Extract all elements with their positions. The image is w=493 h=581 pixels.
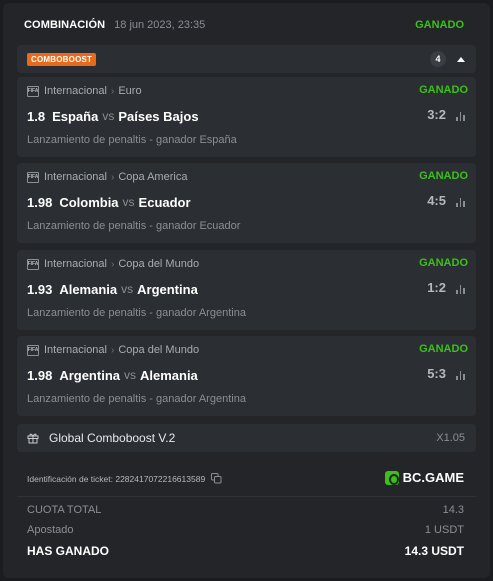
bar-chart-icon[interactable] xyxy=(456,197,467,207)
match-line: 1.93 Alemania vs Argentina xyxy=(27,280,198,298)
selection-status: GANADO xyxy=(419,170,468,182)
competition-name: Copa del Mundo xyxy=(118,258,200,270)
fifa-icon: FIFA xyxy=(27,85,39,97)
bc-game-logo-icon xyxy=(384,470,399,485)
staked-row: Apostado 1 USDT xyxy=(27,524,464,536)
match-line: 1.8 España vs Países Bajos xyxy=(27,107,199,125)
comboboost-bar[interactable]: COMBOBOOST 4 xyxy=(17,45,476,73)
away-team: Ecuador xyxy=(138,194,191,210)
bet-selection[interactable]: FIFA Internacional › Copa del Mundo GANA… xyxy=(17,336,476,416)
bet-selection[interactable]: FIFA Internacional › Copa America GANADO… xyxy=(17,163,476,243)
home-team: Alemania xyxy=(59,281,118,297)
competition-name: Copa del Mundo xyxy=(118,344,200,356)
brand-logo: BC.GAME xyxy=(384,470,464,485)
away-team: Alemania xyxy=(139,367,198,383)
league-type: Internacional xyxy=(44,258,107,270)
bet-selection[interactable]: FIFA Internacional › Euro GANADO 1.8 Esp… xyxy=(17,77,476,157)
global-comboboost-row: Global Comboboost V.2 X1.05 xyxy=(17,424,476,452)
home-team: Colombia xyxy=(59,194,119,210)
ticket-id-row: Identificación de ticket: 22824170722166… xyxy=(27,473,222,484)
staked-label: Apostado xyxy=(27,524,74,536)
bar-chart-icon[interactable] xyxy=(456,370,467,380)
global-boost-label: Global Comboboost V.2 xyxy=(49,431,176,445)
brand-name: BC.GAME xyxy=(402,470,464,485)
selection-status: GANADO xyxy=(419,84,468,96)
total-odds-row: CUOTA TOTAL 14.3 xyxy=(27,504,464,516)
league-type: Internacional xyxy=(44,171,107,183)
total-odds-label: CUOTA TOTAL xyxy=(27,504,102,516)
match-score: 4:5 xyxy=(427,193,446,208)
away-team: Países Bajos xyxy=(118,108,199,124)
vs-label: vs xyxy=(102,109,115,123)
competition-name: Copa America xyxy=(118,171,188,183)
selection-status: GANADO xyxy=(419,343,468,355)
league-info: FIFA Internacional › Euro xyxy=(27,84,142,98)
selection-odds: 1.8 xyxy=(27,108,46,124)
selection-odds: 1.98 xyxy=(27,367,53,383)
winnings-row: HAS GANADO 14.3 USDT xyxy=(27,544,464,558)
home-team: Argentina xyxy=(59,367,120,383)
slip-status-badge: GANADO xyxy=(415,19,464,31)
chevron-right-icon: › xyxy=(111,171,115,183)
league-info: FIFA Internacional › Copa del Mundo xyxy=(27,257,199,271)
market-description: Lanzamiento de penaltis - ganador Argent… xyxy=(27,307,246,319)
market-description: Lanzamiento de penaltis - ganador Argent… xyxy=(27,393,246,405)
bet-selection[interactable]: FIFA Internacional › Copa del Mundo GANA… xyxy=(17,250,476,330)
competition-name: Euro xyxy=(118,85,142,97)
caret-up-icon[interactable] xyxy=(457,56,465,62)
copy-icon[interactable] xyxy=(211,473,222,484)
league-type: Internacional xyxy=(44,85,107,97)
market-description: Lanzamiento de penaltis - ganador Ecuado… xyxy=(27,220,241,232)
chevron-right-icon: › xyxy=(111,258,115,270)
vs-label: vs xyxy=(122,195,135,209)
winnings-label: HAS GANADO xyxy=(27,544,110,558)
fifa-icon: FIFA xyxy=(27,344,39,356)
fifa-icon: FIFA xyxy=(27,171,39,183)
league-info: FIFA Internacional › Copa del Mundo xyxy=(27,343,199,357)
ticket-id: Identificación de ticket: 22824170722166… xyxy=(27,473,206,484)
gift-icon xyxy=(27,433,39,444)
selection-odds: 1.93 xyxy=(27,281,53,297)
selection-count-badge: 4 xyxy=(430,51,446,67)
chevron-right-icon: › xyxy=(111,344,115,356)
slip-header: COMBINACIÓN 18 jun 2023, 23:35 GANADO xyxy=(24,17,464,33)
bet-type-title: COMBINACIÓN xyxy=(24,19,106,31)
chevron-right-icon: › xyxy=(111,85,115,97)
match-line: 1.98 Argentina vs Alemania xyxy=(27,366,198,384)
match-score: 1:2 xyxy=(427,280,446,295)
selection-odds: 1.98 xyxy=(27,194,53,210)
bar-chart-icon[interactable] xyxy=(456,284,467,294)
bet-slip-card: COMBINACIÓN 18 jun 2023, 23:35 GANADO CO… xyxy=(3,3,490,578)
league-type: Internacional xyxy=(44,344,107,356)
selection-status: GANADO xyxy=(419,257,468,269)
league-info: FIFA Internacional › Copa America xyxy=(27,170,187,184)
match-score: 3:2 xyxy=(427,107,446,122)
match-line: 1.98 Colombia vs Ecuador xyxy=(27,193,191,211)
staked-value: 1 USDT xyxy=(424,524,464,536)
fifa-icon: FIFA xyxy=(27,258,39,270)
bet-date: 18 jun 2023, 23:35 xyxy=(114,19,206,31)
market-description: Lanzamiento de penaltis - ganador España xyxy=(27,134,237,146)
comboboost-tag: COMBOBOOST xyxy=(27,52,97,66)
winnings-value: 14.3 USDT xyxy=(404,544,464,558)
divider xyxy=(17,496,476,497)
home-team: España xyxy=(52,108,99,124)
global-boost-multiplier: X1.05 xyxy=(436,432,465,444)
bar-chart-icon[interactable] xyxy=(456,111,467,121)
vs-label: vs xyxy=(123,368,136,382)
total-odds-value: 14.3 xyxy=(442,504,464,516)
match-score: 5:3 xyxy=(427,366,446,381)
vs-label: vs xyxy=(121,282,134,296)
away-team: Argentina xyxy=(137,281,198,297)
